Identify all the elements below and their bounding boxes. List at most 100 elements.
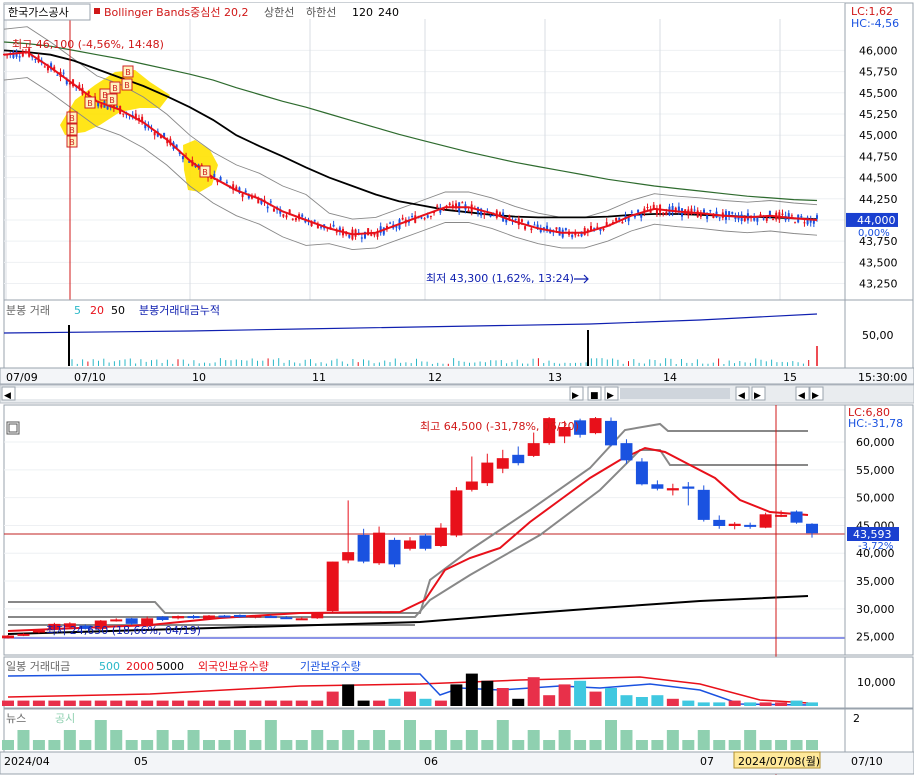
daily-volume-bar xyxy=(589,691,602,706)
news-bar xyxy=(373,730,386,750)
bottom-right-date: 07/10 xyxy=(851,755,883,768)
minute-candle xyxy=(630,211,633,213)
minute-candle xyxy=(420,217,423,219)
daily-candle xyxy=(806,523,818,534)
daily-volume-bar xyxy=(295,700,308,706)
bottom-volume-legend-2: 2000 xyxy=(126,660,154,673)
top-xaxis xyxy=(0,367,914,385)
chart-canvas: BBBBBBBBBB최고 46,100 (-4,56%, 14:48)최저 43… xyxy=(0,0,914,775)
news-bar xyxy=(264,720,277,750)
bottom-xlabel: 06 xyxy=(424,755,438,768)
minute-candle xyxy=(272,208,275,212)
minute-candle xyxy=(181,156,184,160)
scroll-track[interactable] xyxy=(8,388,708,399)
daily-volume-bar xyxy=(496,688,509,706)
daily-candle xyxy=(759,514,772,528)
news-bar xyxy=(605,720,617,750)
daily-volume-bar xyxy=(110,700,123,706)
minute-candle xyxy=(18,56,21,58)
top-volume-legend-3: 50 xyxy=(111,304,125,317)
daily-volume-bar xyxy=(574,680,587,706)
minute-candle xyxy=(461,202,464,204)
top-hc-label: HC:-4,56 xyxy=(851,17,899,30)
daily-candle xyxy=(249,615,262,618)
daily-candle xyxy=(434,527,447,547)
stock-name[interactable]: 한국가스공사 xyxy=(8,6,69,19)
news-bar xyxy=(32,740,45,750)
daily-volume-bar xyxy=(233,700,246,706)
daily-volume-bar xyxy=(481,680,494,706)
daily-volume-bar xyxy=(651,695,664,706)
top-time-label: 15:30:00 xyxy=(858,371,907,384)
minute-candle xyxy=(313,220,316,222)
top-xlabel: 14 xyxy=(663,371,677,384)
daily-candle xyxy=(326,561,339,612)
daily-volume-bar xyxy=(728,700,741,706)
minute-candle xyxy=(621,222,624,224)
news-bar xyxy=(125,740,138,750)
daily-volume-bar xyxy=(125,700,138,706)
daily-volume-bar xyxy=(17,700,30,706)
daily-volume-bar xyxy=(558,684,571,706)
news-bar xyxy=(651,740,664,750)
daily-volume-bar xyxy=(373,700,386,706)
minute-candle xyxy=(423,218,426,220)
daily-volume-bar xyxy=(527,677,540,706)
minute-candle xyxy=(244,190,247,193)
minute-candle xyxy=(483,213,486,216)
top-xlabel: 10 xyxy=(192,371,206,384)
minute-candle xyxy=(62,72,65,74)
daily-volume-bar xyxy=(311,700,324,706)
minute-candle xyxy=(555,227,558,230)
news-bar xyxy=(806,740,818,750)
minute-candle xyxy=(411,215,414,217)
minute-candle xyxy=(348,234,351,238)
daily-candle xyxy=(697,489,710,520)
minute-candle xyxy=(665,211,668,216)
daily-volume-bar xyxy=(465,673,478,706)
minute-candle xyxy=(489,214,492,217)
news-bar xyxy=(666,730,679,750)
minute-candle xyxy=(524,226,527,230)
bottom-volume-tick: 10,000 xyxy=(857,676,896,689)
minute-candle xyxy=(596,226,599,228)
minute-candle xyxy=(213,173,216,178)
daily-candle xyxy=(496,458,509,469)
buy-signal-label: B xyxy=(109,96,115,105)
news-bar xyxy=(295,740,308,750)
daily-volume-bar xyxy=(203,700,215,706)
top-volume-panel xyxy=(3,299,846,369)
news-bar xyxy=(620,730,633,750)
top-volume-legend-2: 20 xyxy=(90,304,104,317)
minute-candle xyxy=(706,214,709,219)
daily-candle xyxy=(419,535,432,549)
daily-candle xyxy=(295,618,308,621)
top-ytick: 44,500 xyxy=(859,172,898,185)
minute-candle xyxy=(731,212,734,214)
minute-candle xyxy=(803,222,806,224)
minute-candle xyxy=(395,226,398,228)
top-xlabel: 11 xyxy=(312,371,326,384)
daily-candle xyxy=(172,616,185,619)
minute-candle xyxy=(646,206,649,208)
daily-volume-bar xyxy=(635,697,648,706)
daily-volume-bar xyxy=(682,700,695,706)
scroll-thumb[interactable] xyxy=(620,388,730,399)
news-bar xyxy=(218,740,231,750)
top-low-annotation: 최저 43,300 (1,62%, 13:24) xyxy=(426,272,574,285)
bottom-volume-legend-1: 500 xyxy=(99,660,120,673)
minute-candle xyxy=(269,201,272,203)
news-bar xyxy=(759,740,772,750)
minute-candle xyxy=(718,217,721,219)
daily-volume-bar xyxy=(790,700,803,706)
daily-candle xyxy=(203,615,215,619)
news-bar xyxy=(682,740,695,750)
daily-candle xyxy=(450,490,463,536)
minute-candle xyxy=(571,234,574,238)
top-xlabel: 07/09 xyxy=(6,371,38,384)
minute-candle xyxy=(772,219,775,221)
bottom-ytick: 25,000 xyxy=(856,631,895,644)
minute-candle xyxy=(56,74,59,76)
daily-candle xyxy=(713,519,726,526)
minute-candle xyxy=(514,218,517,220)
